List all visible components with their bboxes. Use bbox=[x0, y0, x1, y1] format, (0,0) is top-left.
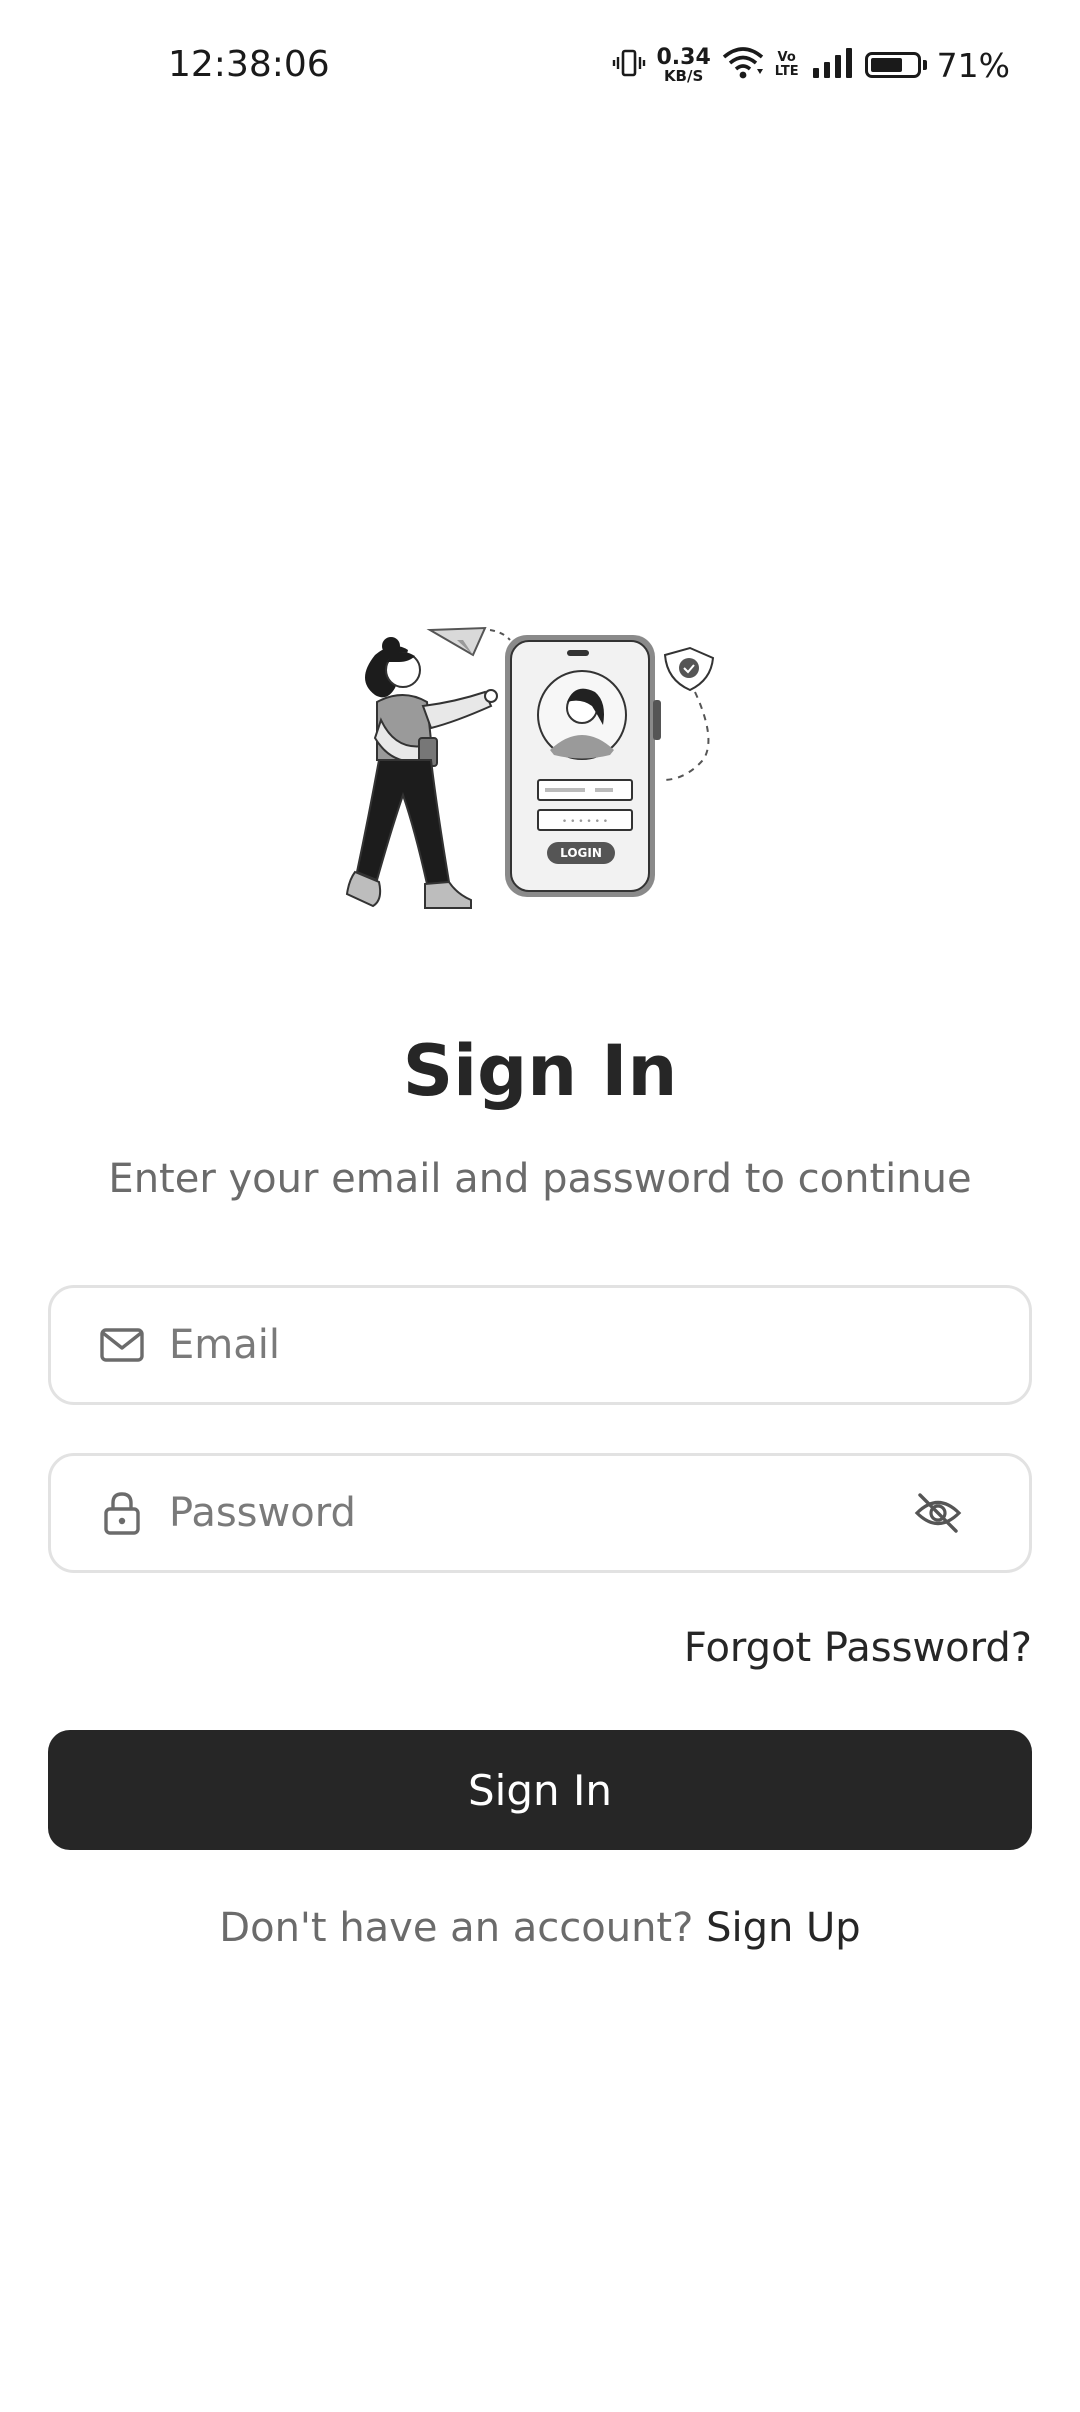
forgot-password-link[interactable]: Forgot Password? bbox=[684, 1625, 1032, 1671]
vibrate-icon bbox=[612, 46, 646, 84]
eye-off-icon[interactable] bbox=[913, 1488, 963, 1538]
paper-plane-icon bbox=[426, 626, 511, 657]
signup-row: Don't have an account? Sign Up bbox=[0, 1905, 1080, 1951]
password-input[interactable] bbox=[169, 1456, 899, 1570]
shield-check-icon bbox=[662, 646, 715, 781]
phone-illustration: • • • • • • LOGIN bbox=[505, 635, 661, 897]
lock-icon bbox=[99, 1490, 145, 1536]
battery-icon bbox=[864, 52, 927, 78]
email-input[interactable] bbox=[169, 1288, 899, 1402]
page-subtitle: Enter your email and password to continu… bbox=[108, 1156, 972, 1202]
email-field[interactable] bbox=[48, 1285, 1032, 1405]
wifi-icon bbox=[721, 45, 765, 85]
status-icons: 0.34 KB/S Vo LTE 71% bbox=[612, 40, 1010, 90]
password-field[interactable] bbox=[48, 1453, 1032, 1573]
sign-in-button[interactable]: Sign In bbox=[48, 1730, 1032, 1850]
sign-up-link[interactable]: Sign Up bbox=[706, 1905, 861, 1951]
signup-prompt: Don't have an account? bbox=[219, 1905, 707, 1951]
svg-text:• • • • • •: • • • • • • bbox=[562, 817, 608, 827]
login-illustration: • • • • • • LOGIN bbox=[345, 610, 745, 960]
status-time: 12:38:06 bbox=[168, 44, 330, 85]
volte-icon: Vo LTE bbox=[774, 50, 799, 79]
page-title: Sign In bbox=[402, 1030, 678, 1112]
battery-percent: 71% bbox=[936, 45, 1010, 85]
phone-login-label: LOGIN bbox=[560, 846, 602, 860]
network-speed: 0.34 KB/S bbox=[656, 44, 711, 85]
status-bar: 12:38:06 0.34 KB/S Vo LTE 71% bbox=[0, 0, 1080, 140]
mail-icon bbox=[99, 1322, 145, 1368]
signal-icon bbox=[811, 46, 855, 84]
person-illustration bbox=[345, 637, 498, 909]
